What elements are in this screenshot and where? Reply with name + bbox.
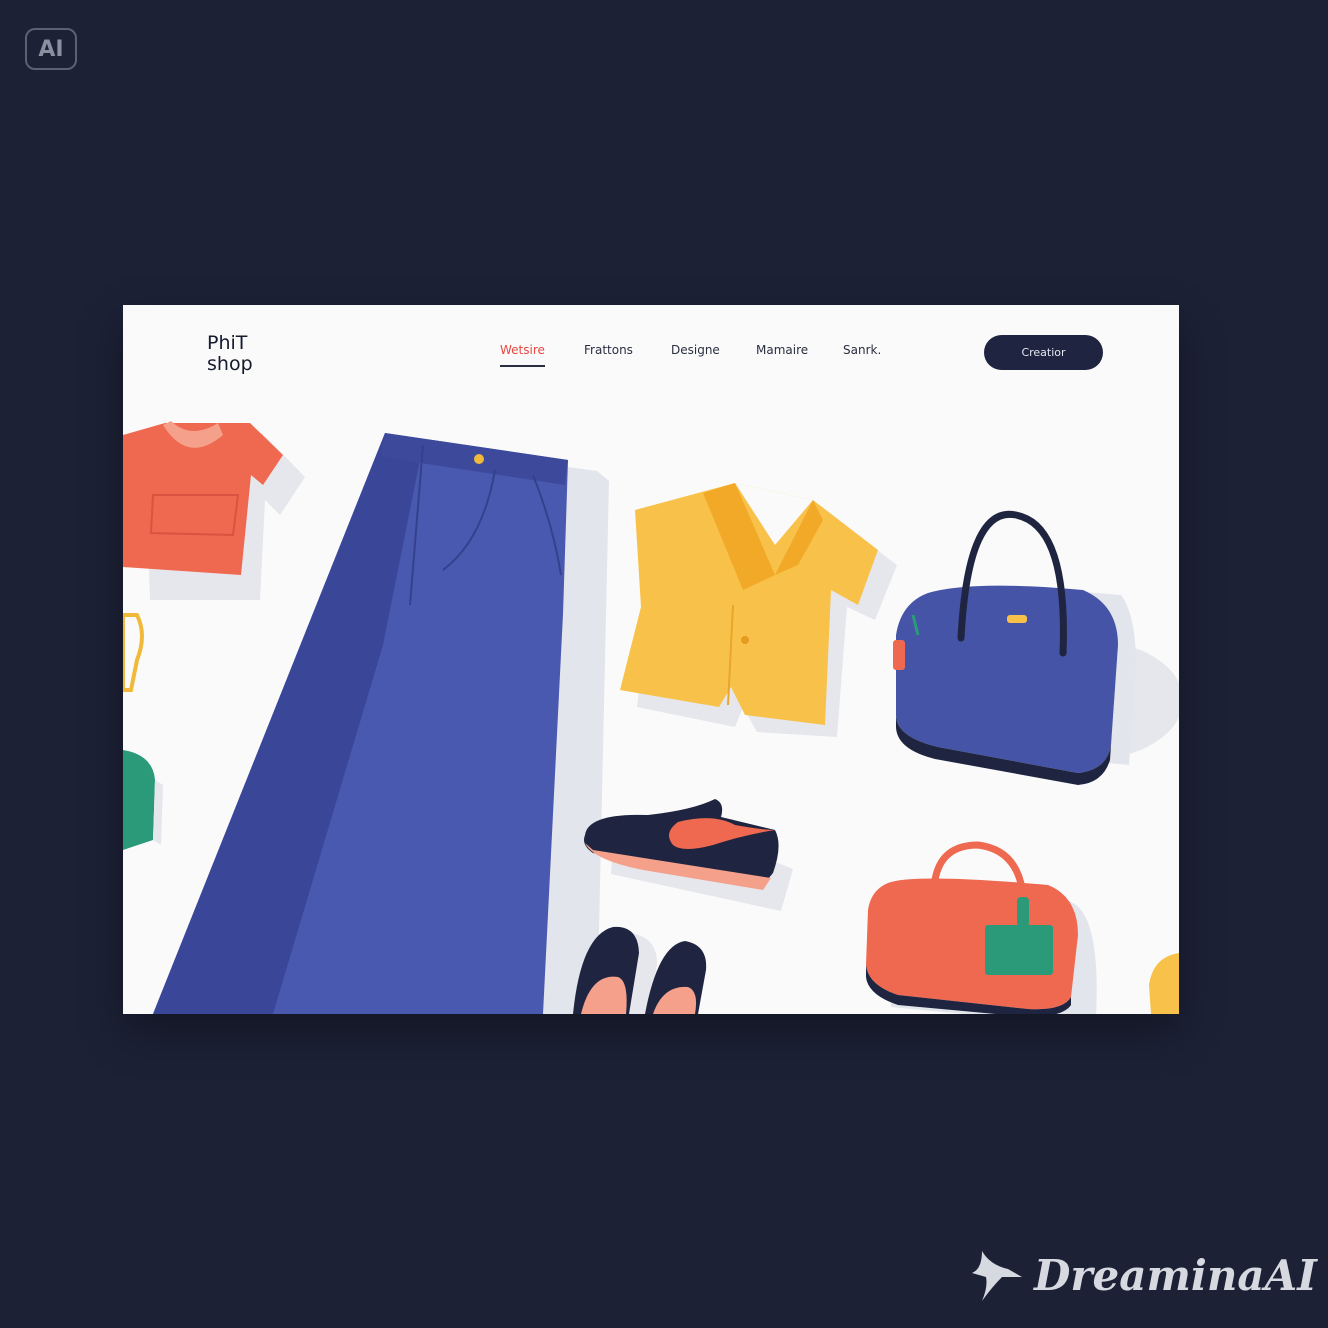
coral-duffel-bag-icon[interactable] [866, 841, 1097, 1014]
dreamina-logo-icon [972, 1251, 1022, 1301]
shop-landing-page: PhiT shop Wetsire Frattons Designe Mamai… [123, 305, 1179, 1014]
ai-badge: AI [25, 28, 77, 70]
hero-illustrations [123, 421, 1179, 1014]
navy-sneaker-icon[interactable] [584, 799, 793, 911]
yellow-shirt-icon[interactable] [620, 483, 897, 737]
cropped-items-left [123, 613, 163, 850]
watermark-text: DreaminaAI [1034, 1250, 1317, 1300]
coral-tshirt-icon[interactable] [123, 421, 305, 600]
blue-handbag-icon[interactable] [893, 510, 1179, 785]
watermark: DreaminaAI [968, 1240, 1317, 1310]
cropped-item-right [1149, 953, 1179, 1014]
screen: AI PhiT shop Wetsire Frattons Designe Ma… [0, 0, 1328, 1328]
